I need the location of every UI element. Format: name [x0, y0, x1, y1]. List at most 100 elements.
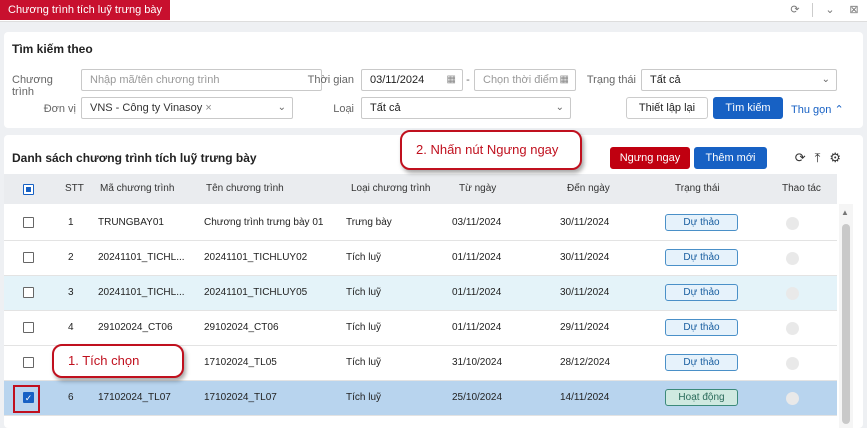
cell-to: 30/11/2024	[560, 252, 610, 263]
column-header: Trạng thái	[675, 183, 720, 194]
callout-step2: 2. Nhấn nút Ngưng ngay	[400, 130, 582, 170]
action-icon[interactable]	[786, 287, 799, 300]
action-icon[interactable]	[786, 322, 799, 335]
cell-name: 17102024_TL07	[204, 392, 277, 403]
stop-now-button[interactable]: Ngưng ngay	[610, 147, 690, 169]
row-checkbox[interactable]	[23, 357, 34, 368]
refresh-icon[interactable]: ⟳	[795, 150, 806, 166]
date-to-input[interactable]: Chọn thời điểm ▦	[474, 69, 576, 91]
scroll-thumb[interactable]	[842, 224, 850, 424]
cell-to: 28/12/2024	[560, 357, 611, 368]
type-select[interactable]: Tất cả ⌄	[361, 97, 571, 119]
chevron-up-icon: ⌃	[834, 104, 844, 116]
cell-type: Trưng bày	[346, 217, 392, 228]
cell-type: Tích luỹ	[346, 322, 382, 333]
gear-icon[interactable]: ⚙	[829, 150, 841, 166]
chevron-down-icon[interactable]: ⌄	[823, 3, 837, 17]
cell-to: 30/11/2024	[560, 217, 610, 228]
table-row[interactable]: 2 20241101_TICHL... 20241101_TICHLUY02 Tích…	[4, 241, 837, 276]
cell-type: Tích luỹ	[346, 392, 382, 403]
cell-to: 30/11/2024	[560, 287, 610, 298]
status-badge: Dự thảo	[665, 249, 738, 266]
list-title: Danh sách chương trình tích luỹ trưng bà…	[12, 151, 257, 165]
refresh-icon[interactable]: ⟳	[788, 3, 802, 17]
row-checkbox[interactable]	[23, 322, 34, 333]
cell-stt: 3	[68, 287, 74, 298]
cell-from: 03/11/2024	[452, 217, 502, 228]
cell-from: 01/11/2024	[452, 252, 502, 263]
cell-name: 20241101_TICHLUY05	[204, 287, 308, 298]
chevron-down-icon: ⌄	[821, 74, 830, 85]
top-bar: Chương trình tích luỹ trưng bày ⟳ ⌄ ⊠	[0, 0, 867, 22]
cell-code: 20241101_TICHL...	[98, 287, 185, 298]
cell-stt: 4	[68, 322, 74, 333]
status-select[interactable]: Tất cả ⌄	[641, 69, 837, 91]
program-search-input[interactable]: Nhập mã/tên chương trình	[81, 69, 322, 91]
cell-type: Tích luỹ	[346, 287, 382, 298]
column-header: Đến ngày	[567, 183, 610, 194]
highlight-box	[13, 385, 40, 413]
table-row[interactable]: 1 TRUNGBAY01 Chương trình trưng bày 01 Trưn…	[4, 206, 837, 241]
export-icon[interactable]: ⤒	[815, 150, 821, 166]
reset-button[interactable]: Thiết lập lại	[626, 97, 708, 119]
divider	[812, 3, 813, 17]
calendar-icon[interactable]: ▦	[560, 70, 569, 90]
unit-select[interactable]: VNS - Công ty Vinasoy × ⌄	[81, 97, 293, 119]
cell-stt: 6	[68, 392, 74, 403]
action-icon[interactable]	[786, 252, 799, 265]
collapse-label: Thu gọn	[791, 104, 832, 116]
scroll-up-icon[interactable]: ▲	[841, 208, 849, 217]
cell-name: 20241101_TICHLUY02	[204, 252, 308, 263]
unit-label: Đơn vị	[43, 103, 76, 115]
top-icons: ⟳ ⌄ ⊠	[788, 3, 861, 17]
cell-name: 17102024_TL05	[204, 357, 277, 368]
cell-name: 29102024_CT06	[204, 322, 279, 333]
row-checkbox[interactable]	[23, 287, 34, 298]
cell-stt: 2	[68, 252, 74, 263]
action-icon[interactable]	[786, 217, 799, 230]
cell-code: 20241101_TICHL...	[98, 252, 185, 263]
add-new-button[interactable]: Thêm mới	[694, 147, 767, 169]
action-icon[interactable]	[786, 357, 799, 370]
status-badge: Dự thảo	[665, 354, 738, 371]
chevron-down-icon: ⌄	[277, 102, 286, 113]
table-row[interactable]: 4 29102024_CT06 29102024_CT06 Tích luỹ 01/11…	[4, 311, 837, 346]
chevron-down-icon: ⌄	[555, 102, 564, 113]
status-select-value: Tất cả	[650, 74, 681, 86]
chip-remove-icon[interactable]: ×	[205, 102, 211, 114]
cell-code: 17102024_TL07	[98, 392, 171, 403]
callout-step1: 1. Tích chọn	[52, 344, 184, 378]
program-label: Chương trình	[12, 74, 53, 98]
calendar-icon[interactable]: ▦	[447, 70, 456, 90]
search-button[interactable]: Tìm kiếm	[713, 97, 783, 119]
cell-from: 01/11/2024	[452, 287, 502, 298]
unit-chip: VNS - Công ty Vinasoy ×	[90, 98, 212, 118]
date-from-input[interactable]: 03/11/2024 ▦	[361, 69, 463, 91]
table-row[interactable]: ✓ 6 17102024_TL07 17102024_TL07 Tích luỹ 25/1…	[4, 381, 837, 416]
table-header: STT Mã chương trình Tên chương trình Loạ…	[4, 174, 837, 204]
cell-from: 01/11/2024	[452, 322, 502, 333]
cell-type: Tích luỹ	[346, 252, 382, 263]
cell-type: Tích luỹ	[346, 357, 382, 368]
status-badge: Hoạt động	[665, 389, 738, 406]
cell-stt: 1	[68, 217, 74, 228]
table-row[interactable]: 3 20241101_TICHL... 20241101_TICHLUY05 Tích…	[4, 276, 837, 311]
search-title: Tìm kiếm theo	[12, 42, 93, 56]
time-label: Thời gian	[307, 74, 354, 86]
column-header: Mã chương trình	[100, 183, 175, 194]
scrollbar[interactable]: ▲	[839, 204, 853, 428]
tab-title[interactable]: Chương trình tích luỹ trưng bày	[0, 0, 171, 20]
row-checkbox[interactable]	[23, 252, 34, 263]
cell-to: 29/11/2024	[560, 322, 610, 333]
type-select-value: Tất cả	[370, 102, 401, 114]
close-icon[interactable]: ⊠	[847, 3, 861, 17]
column-header: Tên chương trình	[206, 183, 284, 194]
select-all-checkbox[interactable]	[23, 184, 34, 195]
column-header: Từ ngày	[459, 183, 497, 194]
status-badge: Dự thảo	[665, 319, 738, 336]
action-icon[interactable]	[786, 392, 799, 405]
row-checkbox[interactable]	[23, 217, 34, 228]
collapse-link[interactable]: Thu gọn ⌃	[791, 103, 844, 116]
search-panel: Tìm kiếm theo Chương trình Nhập mã/tên c…	[4, 32, 863, 128]
cell-code: 29102024_CT06	[98, 322, 173, 333]
